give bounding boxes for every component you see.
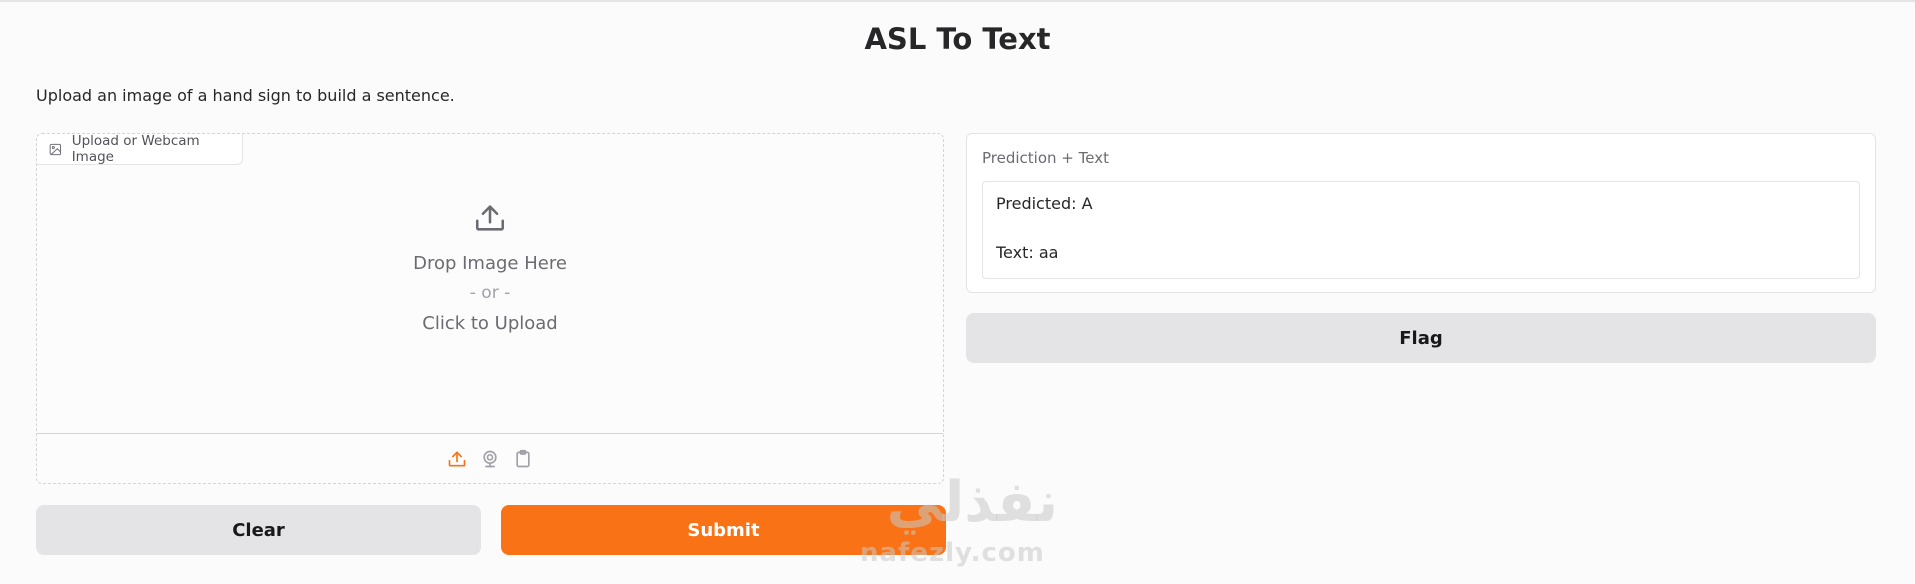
webcam-icon [483,450,497,468]
top-border [0,0,1915,2]
flag-button[interactable]: Flag [966,313,1876,363]
submit-button[interactable]: Submit [501,505,946,555]
image-icon [49,143,62,155]
page-title: ASL To Text [864,22,1051,56]
prediction-output-label: Prediction + Text [982,149,1109,167]
source-clipboard-button[interactable] [513,449,534,470]
source-upload-button[interactable] [447,449,468,470]
prediction-output-panel: Prediction + Text Predicted: A Text: aa [966,133,1876,293]
prediction-textbox[interactable]: Predicted: A Text: aa [982,181,1860,279]
image-dropzone[interactable]: Drop Image Here - or - Click to Upload [37,165,943,433]
source-webcam-button[interactable] [480,449,501,470]
upload-icon [448,451,466,467]
clear-button[interactable]: Clear [36,505,481,555]
image-input-label-text: Upload or Webcam Image [71,133,200,165]
clipboard-icon [516,449,530,468]
drop-or-text: - or - [469,283,511,303]
drop-image-text: Drop Image Here [413,253,567,274]
predicted-letter-text: Predicted: A [996,194,1093,213]
built-text: Text: aa [996,243,1059,262]
upload-icon [475,205,505,231]
image-input-panel: Upload or Webcam Image Drop Image Here -… [36,133,944,484]
page-description: Upload an image of a hand sign to build … [36,86,455,105]
source-selector [37,433,943,484]
image-input-label: Upload or Webcam Image [37,133,243,165]
click-to-upload-text: Click to Upload [422,313,558,334]
